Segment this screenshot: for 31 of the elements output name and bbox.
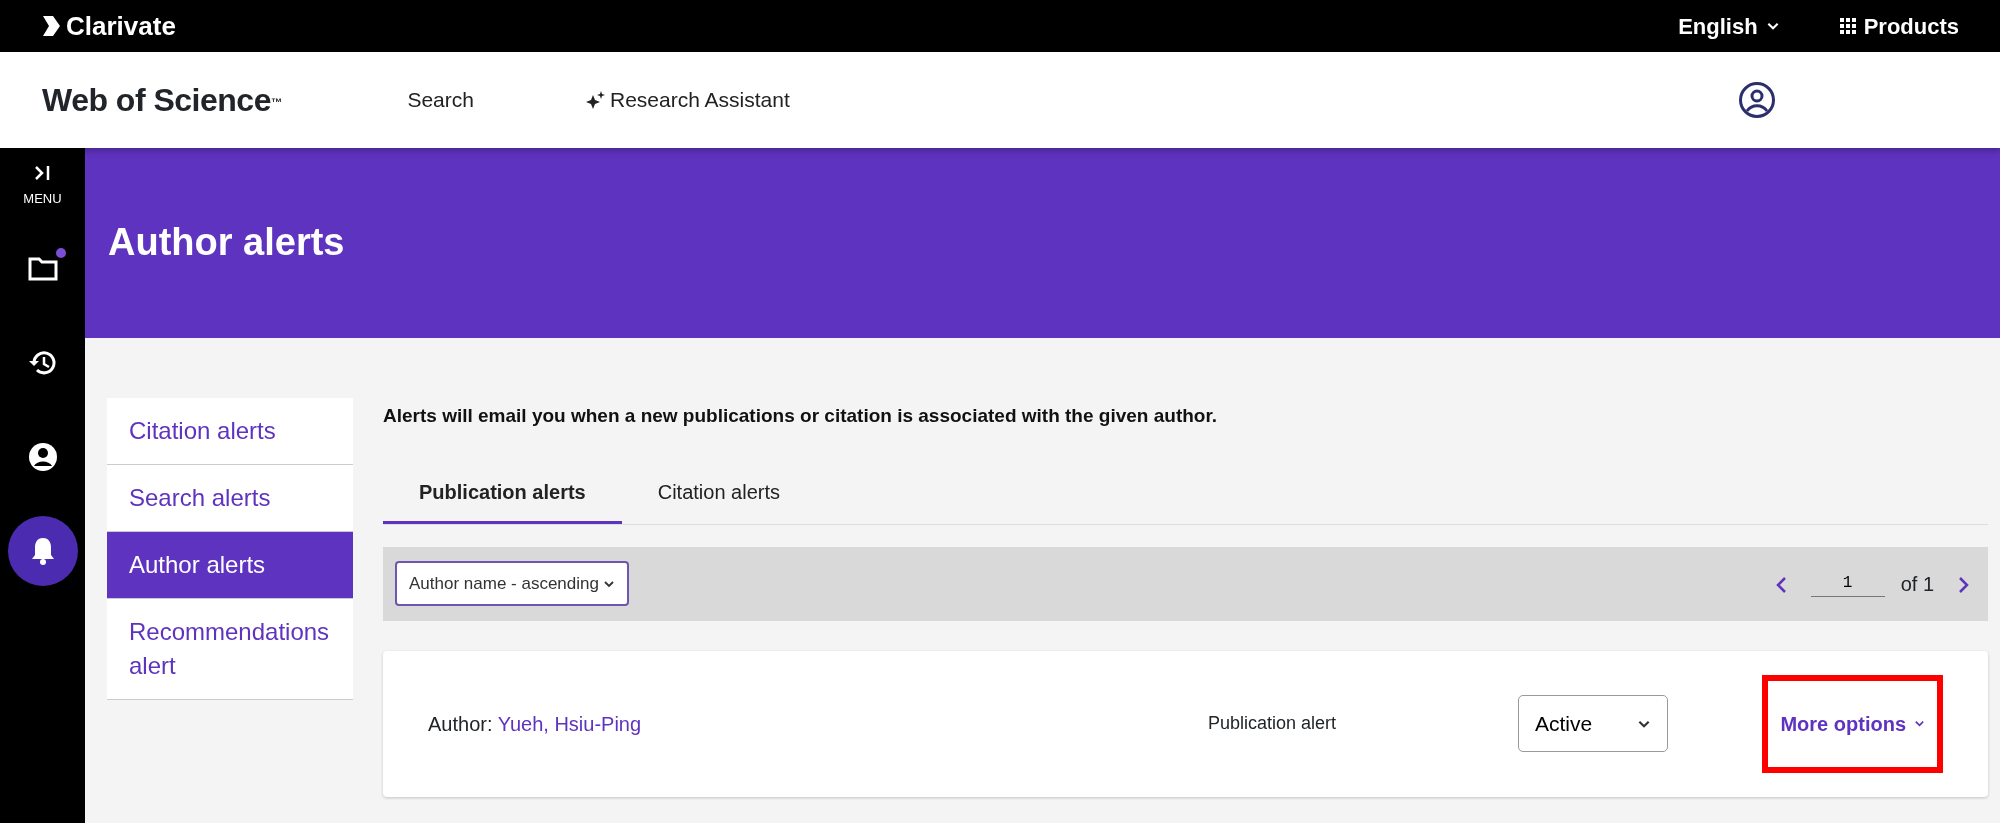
author-link[interactable]: Yueh, Hsiu-Ping: [497, 712, 642, 735]
bell-icon: [29, 535, 56, 566]
side-nav-item[interactable]: Author alerts: [107, 532, 353, 599]
person-icon: [27, 441, 58, 472]
page-input[interactable]: 1: [1810, 570, 1885, 597]
sort-dropdown[interactable]: Author name - ascending: [395, 560, 629, 607]
page-title: Author alerts: [108, 220, 345, 266]
chevron-down-icon: [1914, 718, 1925, 729]
status-dropdown[interactable]: Active: [1518, 694, 1668, 753]
brand-name: Clarivate: [66, 9, 176, 43]
more-options-button[interactable]: More options: [1780, 708, 1925, 739]
tab[interactable]: Publication alerts: [383, 466, 622, 524]
account-icon[interactable]: [1738, 81, 1776, 119]
products-menu[interactable]: Products: [1838, 8, 1960, 44]
tab[interactable]: Citation alerts: [621, 466, 816, 524]
language-dropdown[interactable]: English: [1677, 8, 1781, 44]
product-logo[interactable]: Web of Science$^{™}$: [42, 76, 282, 124]
chevron-right-icon: [1956, 576, 1970, 595]
chevron-left-icon: [1774, 576, 1789, 595]
grid-icon: [1839, 18, 1856, 34]
page-count: of 1: [1900, 571, 1934, 597]
menu-toggle[interactable]: MENU: [22, 164, 63, 210]
description-text: Alerts will email you when a new publications or citation is associated with the given author.: [383, 404, 1219, 428]
folder-icon: [27, 255, 58, 282]
logo-icon: [40, 14, 62, 38]
sparkle-icon: [585, 91, 606, 109]
nav-link[interactable]: Research Assistant: [579, 83, 796, 117]
expand-icon: [33, 165, 52, 181]
alert-type: Publication alert: [1208, 712, 1338, 735]
nav-link[interactable]: Search: [401, 83, 480, 117]
author-label: Author: Yueh, Hsiu-Ping: [428, 711, 643, 737]
